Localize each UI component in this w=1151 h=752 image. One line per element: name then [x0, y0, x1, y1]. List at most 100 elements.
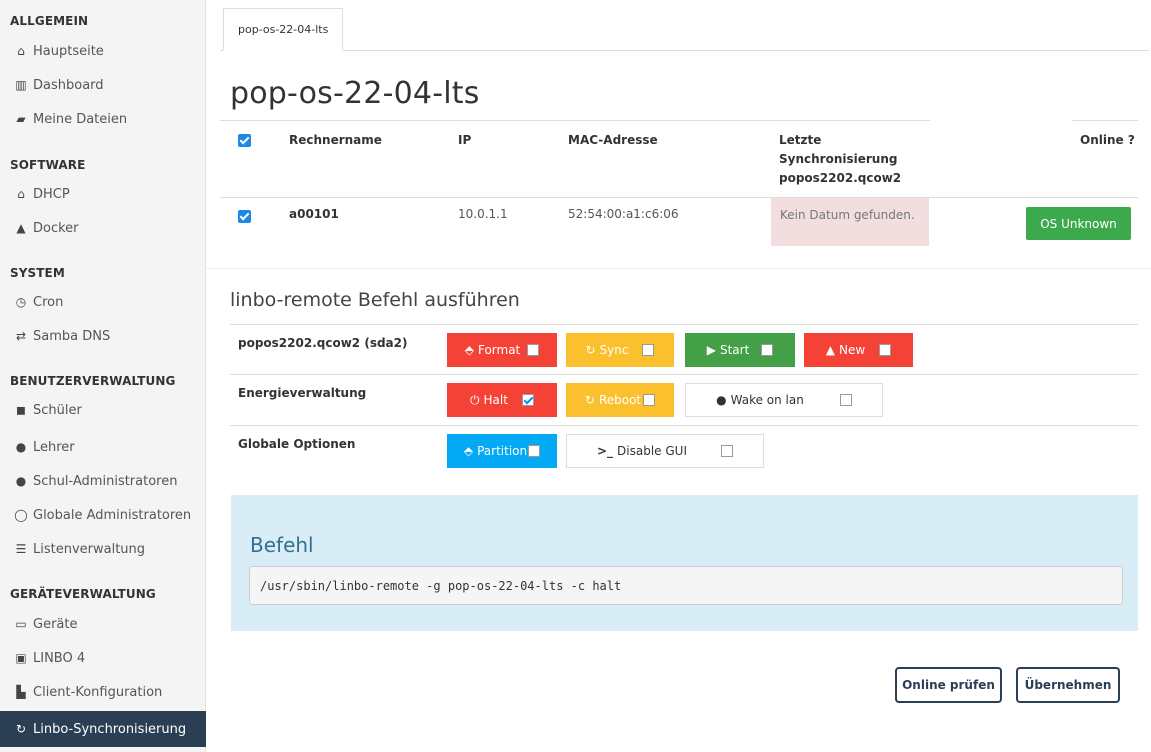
energy-row-label: Energieverwaltung [238, 386, 367, 400]
sidebar-section-software: SOFTWARE [10, 158, 86, 172]
format-button[interactable]: ⬘ Format [447, 333, 557, 367]
sidebar-item-schueler[interactable]: ◼ Schüler [0, 393, 206, 427]
cell-hostname: a00101 [289, 207, 339, 221]
new-checkbox[interactable] [879, 344, 892, 356]
tab-pop-os[interactable]: pop-os-22-04-lts [223, 8, 344, 51]
column-header-sync-1: Letzte [779, 133, 822, 147]
start-checkbox[interactable] [761, 344, 774, 356]
home-icon: ⌂ [17, 44, 25, 58]
wake-on-lan-button[interactable]: ● Wake on lan [685, 383, 883, 417]
column-header-sync-3: popos2202.qcow2 [779, 171, 902, 185]
reboot-checkbox[interactable] [643, 394, 656, 406]
row-checkbox[interactable] [238, 210, 251, 223]
sidebar-item-dhcp[interactable]: ⌂ DHCP [0, 177, 206, 211]
wol-label: Wake on lan [730, 393, 804, 407]
halt-button[interactable]: ⏻ Halt [447, 383, 557, 417]
partition-button[interactable]: ⬘ Partition [447, 434, 557, 468]
sidebar-item-cron[interactable]: ◷ Cron [0, 285, 206, 319]
sidebar-item-listenverwaltung[interactable]: ☰ Listenverwaltung [0, 532, 206, 566]
sidebar-item-label: Samba DNS [33, 328, 111, 344]
halt-checkbox[interactable] [521, 394, 534, 406]
sidebar-item-dashboard[interactable]: ▥ Dashboard [0, 68, 206, 102]
sitemap-icon: ▙ [16, 685, 26, 699]
reboot-label: Reboot [598, 393, 642, 407]
sidebar-item-label: Geräte [33, 616, 78, 632]
play-icon: ▶ [706, 343, 716, 357]
format-label: Format [477, 343, 521, 357]
start-label: Start [719, 343, 750, 357]
start-button[interactable]: ▶ Start [685, 333, 795, 367]
sidebar-item-schul-administratoren[interactable]: ● Schul-Administratoren [0, 464, 206, 498]
new-button[interactable]: ▲ New [804, 333, 913, 367]
partition-label: Partition [477, 444, 528, 458]
check-online-button[interactable]: Online prüfen [895, 667, 1002, 703]
command-panel [231, 495, 1138, 631]
teacher-icon: ● [15, 440, 27, 454]
power-icon: ⏻ [470, 392, 480, 407]
sync-button[interactable]: ↻ Sync [566, 333, 674, 367]
partition-checkbox[interactable] [528, 445, 541, 457]
os-unknown-button[interactable]: OS Unknown [1026, 207, 1131, 240]
sidebar-item-globale-administratoren[interactable]: ◯ Globale Administratoren [0, 498, 206, 532]
sync-checkbox[interactable] [642, 344, 655, 356]
global-row-label: Globale Optionen [238, 437, 356, 451]
column-header-name: Rechnername [289, 133, 382, 147]
sidebar-item-label: Docker [33, 220, 79, 236]
sidebar-item-label: Linbo-Synchronisierung [33, 721, 187, 737]
remote-rule-2 [230, 374, 1138, 375]
disable-gui-checkbox[interactable] [721, 445, 733, 457]
sidebar-item-meine-dateien[interactable]: ▰ Meine Dateien [0, 102, 206, 136]
sidebar-section-geraeteverwaltung: GERÄTEVERWALTUNG [10, 587, 156, 601]
halt-label: Halt [483, 393, 508, 407]
page-title: pop-os-22-04-lts [230, 76, 480, 111]
sidebar: ALLGEMEIN ⌂ Hauptseite ▥ Dashboard ▰ Mei… [0, 0, 206, 752]
global-admin-icon: ◯ [14, 508, 28, 522]
terminal-icon: >_ [596, 444, 614, 458]
sidebar-item-label: Schul-Administratoren [33, 473, 178, 489]
cell-last-sync: Kein Datum gefunden. [771, 198, 929, 246]
cell-mac: 52:54:00:a1:c6:06 [568, 207, 679, 221]
sidebar-section-allgemein: ALLGEMEIN [10, 14, 89, 28]
sidebar-item-geraete[interactable]: ▭ Geräte [0, 607, 206, 641]
command-heading: Befehl [250, 533, 314, 557]
column-header-sync-2: Synchronisierung [779, 152, 898, 166]
sidebar-item-client-konfiguration[interactable]: ▙ Client-Konfiguration [0, 675, 206, 709]
disable-gui-button[interactable]: >_ Disable GUI [566, 434, 764, 468]
cell-ip: 10.0.1.1 [458, 207, 508, 221]
column-header-ip: IP [458, 133, 472, 147]
sidebar-item-label: Cron [33, 294, 64, 310]
sidebar-item-label: Schüler [33, 402, 82, 418]
laptop-icon: ▭ [15, 617, 27, 631]
sidebar-item-linbo-4[interactable]: ▣ LINBO 4 [0, 641, 206, 675]
disable-gui-label: Disable GUI [617, 444, 687, 458]
remote-rule-1 [230, 324, 1138, 325]
sidebar-item-label: Globale Administratoren [33, 507, 192, 523]
column-header-mac: MAC-Adresse [568, 133, 658, 147]
clock-icon: ◷ [15, 295, 27, 309]
sidebar-item-label: Listenverwaltung [33, 541, 146, 557]
format-checkbox[interactable] [527, 344, 540, 356]
tab-bar: pop-os-22-04-lts [220, 0, 1149, 51]
sidebar-section-benutzerverwaltung: BENUTZERVERWALTUNG [10, 374, 176, 388]
sidebar-item-docker[interactable]: ▲ Docker [0, 211, 206, 245]
refresh-icon: ↻ [585, 343, 596, 357]
sidebar-item-label: Client-Konfiguration [33, 684, 163, 700]
sidebar-item-label: LINBO 4 [33, 650, 86, 666]
remote-rule-3 [230, 425, 1138, 426]
refresh-icon: ↻ [584, 393, 595, 407]
refresh-icon: ↻ [15, 722, 27, 736]
select-all-checkbox[interactable] [238, 134, 251, 147]
reboot-button[interactable]: ↻ Reboot [566, 383, 674, 417]
apply-button[interactable]: Übernehmen [1016, 667, 1120, 703]
sidebar-item-label: DHCP [33, 186, 70, 202]
sidebar-item-lehrer[interactable]: ● Lehrer [0, 430, 206, 464]
docker-icon: ▲ [16, 221, 26, 235]
student-icon: ◼ [16, 403, 26, 417]
sidebar-item-label: Hauptseite [33, 43, 104, 59]
sidebar-section-system: SYSTEM [10, 266, 65, 280]
command-text: /usr/sbin/linbo-remote -g pop-os-22-04-l… [249, 566, 1123, 605]
sidebar-item-samba-dns[interactable]: ⇄ Samba DNS [0, 319, 206, 353]
sidebar-item-linbo-synchronisierung[interactable]: ↻ Linbo-Synchronisierung [0, 711, 206, 747]
sidebar-item-hauptseite[interactable]: ⌂ Hauptseite [0, 34, 206, 68]
wol-checkbox[interactable] [839, 394, 852, 406]
